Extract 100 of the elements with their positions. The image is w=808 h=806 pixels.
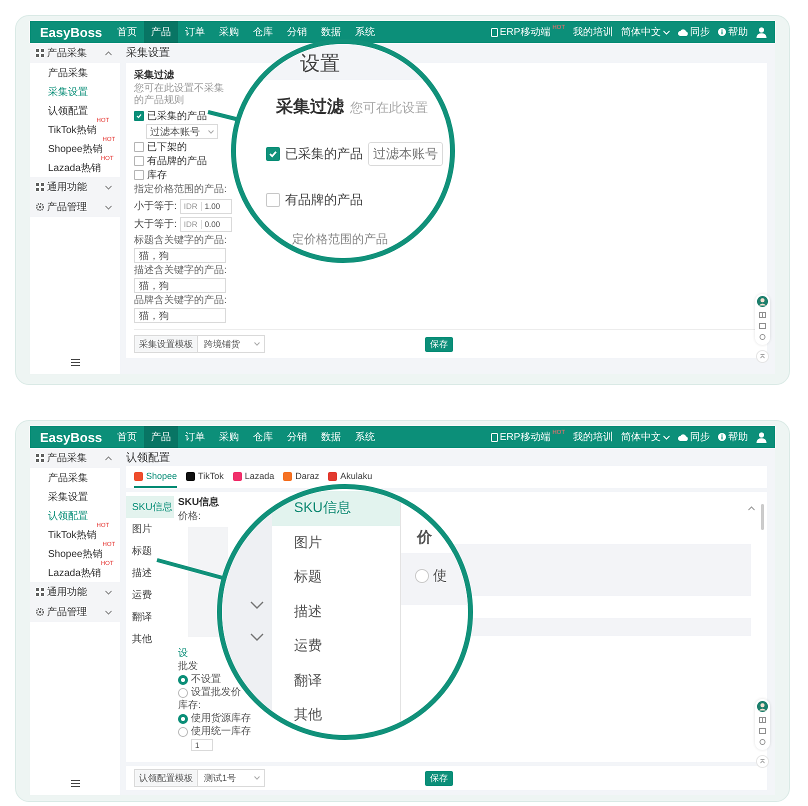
scrollbar[interactable]	[761, 504, 764, 530]
price-input[interactable]: IDR 1.00	[180, 198, 232, 214]
sidebar-group[interactable]: 产品采集	[30, 448, 120, 468]
checkbox-option[interactable]: 有品牌的产品	[134, 154, 207, 168]
header-link[interactable]: 帮助	[718, 430, 748, 444]
nav-tab[interactable]: 系统	[348, 21, 382, 43]
chat-icon[interactable]	[759, 323, 766, 329]
menu-item[interactable]: 标题	[126, 540, 174, 562]
header-link[interactable]: 帮助	[718, 25, 748, 39]
save-button[interactable]: 保存	[425, 770, 453, 786]
radio-option[interactable]: 设置批发价	[178, 686, 241, 699]
checkbox-option[interactable]: 库存	[134, 168, 167, 182]
sidebar-item[interactable]: Lazada热销	[48, 566, 101, 580]
nav-tab[interactable]: 产品	[144, 21, 178, 43]
menu-item[interactable]: 运费	[272, 629, 400, 664]
header-link[interactable]: 我的培训	[573, 25, 613, 39]
price-input[interactable]: IDR 0.00	[180, 216, 232, 232]
sidebar-group[interactable]: 产品管理	[30, 602, 120, 622]
input-field[interactable]: 猫，狗	[134, 278, 226, 293]
nav-tab[interactable]: 产品	[144, 426, 178, 448]
menu-item[interactable]: 图片	[126, 518, 174, 540]
sidebar-group[interactable]: 产品采集	[30, 43, 120, 63]
avatar-icon[interactable]	[757, 296, 768, 307]
sidebar-item[interactable]: 产品采集	[48, 66, 88, 80]
refresh-icon[interactable]	[759, 739, 766, 745]
menu-item[interactable]: 其他	[126, 628, 174, 650]
checkbox[interactable]	[134, 156, 144, 166]
select-field[interactable]: 过滤本账号	[146, 124, 218, 139]
nav-tab[interactable]: 采购	[212, 21, 246, 43]
header-link[interactable]: 同步	[678, 430, 710, 444]
nav-tab[interactable]: 数据	[314, 426, 348, 448]
header-link[interactable]: 同步	[678, 25, 710, 39]
radio-option[interactable]: 使用货源库存	[178, 712, 251, 725]
checkbox[interactable]	[134, 170, 144, 180]
sidebar-item[interactable]: 产品采集	[48, 470, 88, 484]
save-button[interactable]: 保存	[425, 336, 453, 352]
checkbox[interactable]	[266, 193, 280, 207]
checkbox-option[interactable]: 已采集的产品	[266, 145, 363, 163]
nav-tab[interactable]: 分销	[280, 426, 314, 448]
platform-tab[interactable]: Lazada	[232, 466, 274, 488]
menu-item[interactable]: SKU信息	[272, 491, 400, 526]
sidebar-item[interactable]: 认领配置	[48, 104, 88, 118]
chat-icon[interactable]	[759, 728, 766, 734]
header-link[interactable]: 简体中文	[621, 25, 670, 39]
sidebar-group[interactable]: 产品管理	[30, 197, 120, 217]
platform-tab[interactable]: Akulaku	[328, 466, 372, 488]
sidebar-item[interactable]: 认领配置	[48, 508, 88, 522]
user-icon[interactable]	[756, 26, 767, 38]
sidebar-group[interactable]: 通用功能	[30, 177, 120, 197]
template-select[interactable]: 采集设置模板 跨境铺货	[134, 335, 265, 353]
checkbox-option[interactable]: 有品牌的产品	[266, 191, 363, 209]
menu-item[interactable]: 翻译	[272, 664, 400, 698]
menu-item[interactable]: SKU信息	[126, 496, 174, 518]
checkbox[interactable]	[134, 111, 144, 121]
sidebar-group[interactable]: 通用功能	[30, 582, 120, 602]
radio-option[interactable]: 使	[415, 567, 468, 585]
nav-tab[interactable]: 数据	[314, 21, 348, 43]
avatar-icon[interactable]	[757, 701, 768, 712]
radio-option[interactable]: 不设置	[178, 673, 221, 686]
menu-item[interactable]: 翻译	[126, 606, 174, 628]
nav-tab[interactable]: 首页	[110, 21, 144, 43]
menu-item[interactable]: 其他	[272, 698, 400, 732]
chevron-icon[interactable]	[250, 601, 264, 609]
input-field[interactable]: 1	[191, 739, 213, 751]
sidebar-item[interactable]: 采集设置	[48, 84, 88, 98]
header-link[interactable]: 简体中文	[621, 430, 670, 444]
select-field[interactable]: 过滤本账号	[368, 142, 443, 166]
menu-item[interactable]: 描述	[272, 594, 400, 629]
radio-button[interactable]	[415, 569, 429, 583]
nav-tab[interactable]: 系统	[348, 426, 382, 448]
platform-tab[interactable]: TikTok	[186, 466, 224, 488]
chevron-icon[interactable]	[250, 633, 264, 641]
sidebar-item[interactable]: TikTok热销	[48, 528, 97, 542]
menu-item[interactable]: 描述	[126, 562, 174, 584]
user-icon[interactable]	[756, 432, 767, 442]
book-icon[interactable]	[759, 312, 766, 318]
checkbox-option[interactable]: 已下架的	[134, 140, 187, 154]
nav-tab[interactable]: 分销	[280, 21, 314, 43]
radio-button[interactable]	[178, 726, 188, 736]
chevron-icon[interactable]	[748, 506, 755, 511]
radio-button[interactable]	[178, 688, 188, 698]
header-link[interactable]: 我的培训	[573, 430, 613, 444]
platform-tab[interactable]: Daraz	[283, 466, 320, 488]
template-select[interactable]: 认领配置模板 测试1号	[134, 769, 265, 787]
refresh-icon[interactable]	[759, 334, 766, 340]
input-field[interactable]: 猫，狗	[134, 248, 226, 263]
checkbox[interactable]	[134, 142, 144, 152]
input-field[interactable]: 猫，狗	[134, 308, 226, 323]
sidebar-item[interactable]: Lazada热销	[48, 160, 101, 174]
sidebar-item[interactable]: Shopee热销	[48, 142, 102, 156]
menu-item[interactable]: 标题	[272, 560, 400, 594]
menu-icon[interactable]	[70, 359, 80, 366]
checkbox-option[interactable]: 已采集的产品	[134, 109, 207, 123]
radio-option[interactable]: 使用统一库存	[178, 725, 251, 738]
nav-tab[interactable]: 仓库	[246, 21, 280, 43]
sidebar-item[interactable]: TikTok热销	[48, 122, 97, 136]
menu-icon[interactable]	[70, 780, 80, 787]
radio-button[interactable]	[178, 714, 188, 724]
checkbox[interactable]	[266, 147, 280, 161]
nav-tab[interactable]: 仓库	[246, 426, 280, 448]
